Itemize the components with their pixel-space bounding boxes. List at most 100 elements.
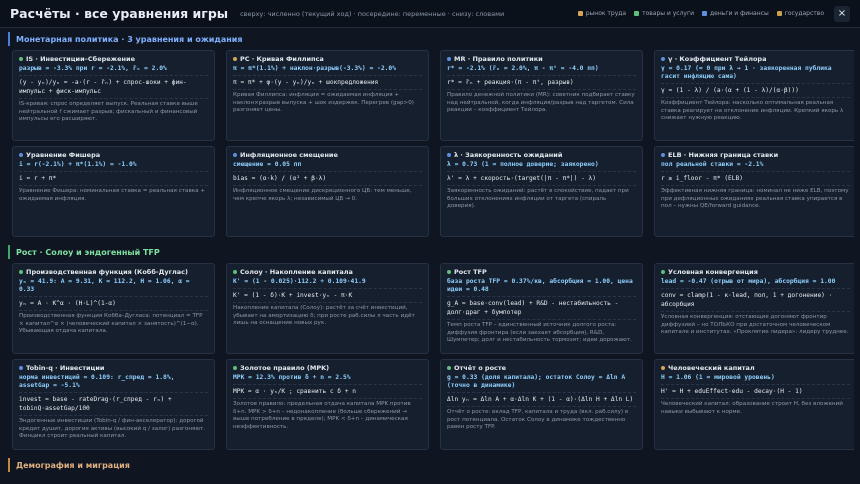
equation-card[interactable]: IS · Инвестиции–Сбережение разрыв = -3.3%… [12, 50, 215, 141]
legend-item-money: деньги и финансы [702, 10, 769, 17]
equation: invest = base - rateDrag·(r_спред - rₙ) … [19, 396, 176, 412]
divider [661, 83, 850, 84]
card-title: Уравнение Фишера [19, 151, 208, 159]
category-dot [233, 57, 237, 61]
equation-card[interactable]: MR · Правило политики r* = -2.1% (r̄ₙ = 2… [440, 50, 643, 141]
card-title-text: Инфляционное смещение [240, 151, 338, 159]
equation: r* = r̄ₙ + реакция·(π - πᵗ, разрыв) [447, 79, 574, 86]
equation-card[interactable]: λ · Заякоренность ожиданий λ = 0.73 (1 = … [440, 146, 643, 237]
equation: π = π* + φ·(y - yₙ)/yₙ + шокпредложения [233, 79, 379, 86]
equation-card[interactable]: Условная конвергенция lead = -0.47 (отрыв… [654, 263, 854, 354]
category-dot [661, 366, 665, 370]
divider [447, 406, 636, 407]
equation-card[interactable]: Отчёт о росте g = 0.33 (доля капитала); о… [440, 359, 643, 450]
category-dot [447, 366, 451, 370]
section-title: Монетарная политика · 3 уравнения и ожид… [8, 32, 854, 46]
legend-swatch [634, 11, 640, 16]
numeric-value: r* = -2.1% (r̄ₙ = 2.0%, π - πᵗ = -4.0 пп… [447, 65, 599, 72]
divider [661, 398, 850, 399]
numeric-value: пол реальной ставки = -2.1% [661, 161, 764, 168]
numeric-value: i = r(-2.1%) + π*(1.1%) = -1.0% [19, 161, 137, 168]
divider [447, 171, 636, 172]
divider [233, 384, 422, 385]
page-title: Расчёты · все уравнения игры [10, 6, 229, 21]
category-dot [447, 57, 451, 61]
equation-card[interactable]: Рост TFP база роста TFP = 0.37%/кв, абсор… [440, 263, 643, 354]
card-title: Золотое правило (MPK) [233, 364, 422, 372]
divider [19, 171, 208, 172]
legend-swatch [776, 11, 782, 16]
category-dot [19, 153, 23, 157]
equation-card[interactable]: ELB · Нижняя граница ставки пол реальной … [654, 146, 854, 237]
equations-panel[interactable]: Монетарная политика · 3 уравнения и ожид… [8, 32, 854, 484]
description: Инфляционное смещение дискреционного ЦБ:… [233, 188, 412, 202]
card-title-text: Производственная функция (Кобб-Дуглас) [26, 268, 188, 276]
equation-card[interactable]: PC · Кривая Филлипса π = π*(1.1%) + накло… [226, 50, 429, 141]
close-button[interactable]: × [834, 5, 850, 22]
card-title-text: PC · Кривая Филлипса [240, 55, 324, 63]
legend-swatch [702, 11, 708, 16]
card-title: PC · Кривая Филлипса [233, 55, 422, 63]
divider [233, 288, 422, 289]
card-title: λ · Заякоренность ожиданий [447, 151, 636, 159]
divider [661, 384, 850, 385]
numeric-value: yₙ = 41.9: A = 9.31, K = 112.2, H = 1.06… [19, 278, 190, 293]
card-title: Солоу · Накопление капитала [233, 268, 422, 276]
divider [447, 319, 636, 320]
equation: γ = (1 - λ) / (a·(α + (1 - λ)/(α·β))) [661, 87, 799, 94]
card-title: γ · Коэффициент Тейлора [661, 55, 850, 63]
card-grid: Производственная функция (Кобб-Дуглас) yₙ… [8, 263, 854, 450]
equation-card[interactable]: γ · Коэффициент Тейлора γ = 0.17 (≈ 0 при… [654, 50, 854, 141]
top-bar: Расчёты · все уравнения игры сверху: чис… [0, 0, 860, 28]
card-title-text: Tobin-q · Инвестиции [26, 364, 105, 372]
category-dot [447, 270, 451, 274]
page-subtitle: сверху: численно (текущий ход) · посеред… [240, 9, 505, 18]
card-title: Отчёт о росте [447, 364, 636, 372]
divider [661, 171, 850, 172]
equation: r ≥ i_floor - π* (ELB) [661, 175, 743, 182]
divider [661, 185, 850, 186]
description: Правило денежной политики (MR): советник… [447, 92, 635, 113]
card-title: Рост TFP [447, 268, 636, 276]
legend-item-labor: рынок труда [577, 10, 626, 17]
card-title: MR · Правило политики [447, 55, 636, 63]
divider [19, 296, 208, 297]
card-title: Производственная функция (Кобб-Дуглас) [19, 268, 208, 276]
card-title: Условная конвергенция [661, 268, 850, 276]
equation-card[interactable]: Уравнение Фишера i = r(-2.1%) + π*(1.1%) … [12, 146, 215, 237]
legend-label: государство [784, 10, 824, 17]
numeric-value: норма инвестиций = 0.109: r_спред = 1.8%… [19, 374, 175, 389]
numeric-value: разрыв = -3.3% при r = -2.1%, r̄ₙ = 2.0% [19, 65, 167, 72]
numeric-value: g = 0.33 (доля капитала); остаток Солоу … [447, 374, 626, 389]
equation-card[interactable]: Солоу · Накопление капитала K' = (1 - 0.0… [226, 263, 429, 354]
divider [19, 415, 208, 416]
divider [233, 302, 422, 303]
card-title-text: γ · Коэффициент Тейлора [668, 55, 767, 63]
equation-card[interactable]: Tobin-q · Инвестиции норма инвестиций = 0… [12, 359, 215, 450]
equation: yₙ = A · K^α · (H·L)^(1-α) [19, 300, 116, 307]
description: Производственная функция Кобба–Дугласа: … [19, 313, 203, 334]
equation-card[interactable]: Человеческий капитал H = 1.06 (1 = мирово… [654, 359, 854, 450]
equation-card[interactable]: Инфляционное смещение смещение = 0.05 пп b… [226, 146, 429, 237]
equation-card[interactable]: Производственная функция (Кобб-Дуглас) yₙ… [12, 263, 215, 354]
equation-card[interactable]: Золотое правило (MPK) MPK = 12.3% против … [226, 359, 429, 450]
legend-swatch [577, 11, 583, 16]
legend-item-goods: товары и услуги [634, 10, 694, 17]
equation: i = r + π* [19, 175, 57, 182]
card-title-text: Отчёт о росте [454, 364, 507, 372]
divider [447, 392, 636, 393]
description: Золотое правило: предельная отдача капит… [233, 401, 411, 430]
card-title-text: Уравнение Фишера [26, 151, 101, 159]
divider [233, 89, 422, 90]
divider [19, 392, 208, 393]
numeric-value: lead = -0.47 (отрыв от мира), абсорбция … [661, 278, 836, 285]
divider [661, 288, 850, 289]
card-title-text: Человеческий капитал [668, 364, 755, 372]
numeric-value: MPK = 12.3% против δ + n = 2.5% [233, 374, 351, 381]
numeric-value: смещение = 0.05 пп [233, 161, 302, 168]
legend-label: деньги и финансы [710, 10, 769, 17]
description: Эндогенные инвестиции (Tobin-q / фин-акс… [19, 418, 206, 439]
equation: g_A = base·conv(lead) + R&D - нестабильн… [447, 300, 623, 316]
description: Накопление капитала (Солоу): растёт за с… [233, 305, 415, 326]
equation: bias = (α·k) / (α² + β·λ) [233, 175, 327, 182]
